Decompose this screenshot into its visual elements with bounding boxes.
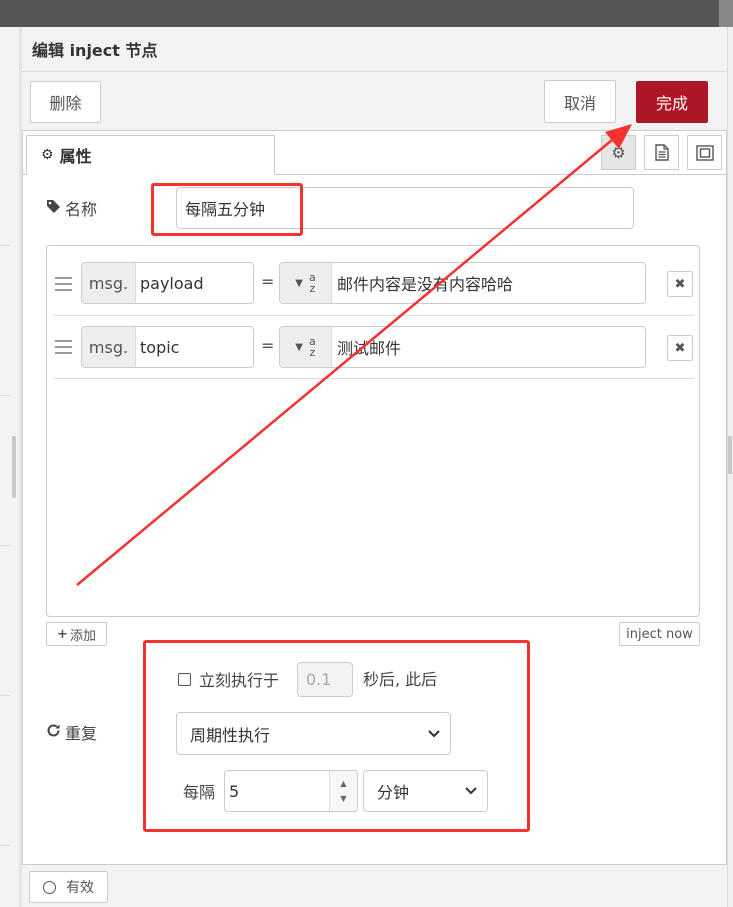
stepper-down-icon[interactable]: ▼ bbox=[340, 794, 346, 803]
property-key-field[interactable]: msg. payload bbox=[81, 262, 254, 304]
appearance-tab-button[interactable] bbox=[687, 135, 722, 170]
resize-handle[interactable] bbox=[12, 436, 16, 498]
name-label-text: 名称 bbox=[65, 200, 98, 219]
repeat-label-text: 重复 bbox=[65, 724, 98, 743]
repeat-icon bbox=[46, 723, 61, 742]
enabled-label: 有效 bbox=[66, 880, 94, 896]
chevron-down-icon bbox=[465, 784, 477, 798]
cancel-button[interactable]: 取消 bbox=[544, 80, 616, 123]
name-input[interactable]: 每隔五分钟 bbox=[176, 187, 634, 229]
description-tab-button[interactable] bbox=[644, 135, 679, 170]
settings-tab-button[interactable]: ⚙ bbox=[601, 135, 636, 170]
drag-handle-icon[interactable] bbox=[55, 277, 72, 291]
gear-icon: ⚙ bbox=[41, 147, 54, 163]
property-value-input[interactable]: 邮件内容是没有内容哈哈 bbox=[332, 263, 645, 303]
repeat-mode-select[interactable]: 周期性执行 bbox=[176, 712, 451, 755]
workspace-edge bbox=[0, 27, 19, 907]
chevron-down-icon bbox=[428, 727, 440, 741]
tab-label: 属性 bbox=[59, 147, 92, 166]
msg-prefix: msg. bbox=[82, 327, 136, 367]
remove-property-button[interactable]: ✖ bbox=[667, 335, 693, 361]
msg-prefix: msg. bbox=[82, 263, 136, 303]
type-selector[interactable]: ▼ az bbox=[280, 263, 332, 303]
circle-icon bbox=[43, 880, 56, 894]
top-bar-corner bbox=[719, 0, 733, 27]
inject-once-row: 立刻执行于 bbox=[178, 662, 279, 696]
frame-icon bbox=[695, 144, 714, 161]
interval-unit-select[interactable]: 分钟 bbox=[363, 770, 488, 812]
tray-footer bbox=[22, 864, 727, 907]
enabled-toggle[interactable]: 有效 bbox=[29, 871, 108, 903]
done-button[interactable]: 完成 bbox=[636, 81, 708, 123]
after-delay-label: 秒后, 此后 bbox=[363, 670, 438, 689]
remove-property-button[interactable]: ✖ bbox=[667, 271, 693, 297]
repeat-mode-value: 周期性执行 bbox=[190, 725, 271, 745]
stepper-up-icon[interactable]: ▲ bbox=[340, 779, 346, 788]
every-label: 每隔 bbox=[183, 783, 216, 802]
string-type-icon: az bbox=[308, 335, 316, 359]
interval-unit-value: 分钟 bbox=[377, 783, 410, 802]
sidebar-resize-handle[interactable] bbox=[728, 436, 732, 474]
tag-icon bbox=[46, 199, 61, 218]
string-type-icon: az bbox=[308, 271, 316, 295]
close-icon: ✖ bbox=[674, 276, 686, 292]
tray-title: 编辑 inject 节点 bbox=[32, 41, 158, 60]
interval-stepper[interactable]: ▲ ▼ bbox=[329, 771, 357, 811]
drag-handle-icon[interactable] bbox=[55, 340, 72, 354]
interval-value: 5 bbox=[229, 781, 240, 801]
add-label: 添加 bbox=[69, 628, 96, 644]
caret-down-icon: ▼ bbox=[295, 341, 303, 353]
inject-now-button[interactable]: inject now bbox=[619, 622, 700, 646]
property-key-field[interactable]: msg. topic bbox=[81, 326, 254, 368]
inject-once-checkbox[interactable] bbox=[178, 672, 191, 686]
interval-input[interactable]: 5 ▲ ▼ bbox=[224, 770, 358, 812]
gear-icon: ⚙ bbox=[611, 143, 626, 162]
plus-icon: + bbox=[57, 626, 68, 642]
name-label: 名称 bbox=[46, 196, 97, 220]
inject-delay-input[interactable]: 0.1 bbox=[297, 662, 353, 697]
property-key-input[interactable]: topic bbox=[136, 327, 253, 367]
row-divider bbox=[54, 378, 694, 379]
tab-properties[interactable]: ⚙ 属性 bbox=[26, 135, 275, 175]
property-value-input[interactable]: 测试邮件 bbox=[332, 327, 645, 367]
caret-down-icon: ▼ bbox=[295, 277, 303, 289]
inject-once-label: 立刻执行于 bbox=[199, 671, 280, 690]
delete-button[interactable]: 删除 bbox=[30, 81, 101, 123]
tray-toolbar bbox=[22, 72, 727, 131]
property-value-field[interactable]: ▼ az 测试邮件 bbox=[279, 326, 646, 368]
type-selector[interactable]: ▼ az bbox=[280, 327, 332, 367]
equals-sign: = bbox=[261, 336, 275, 355]
equals-sign: = bbox=[261, 272, 275, 291]
property-value-field[interactable]: ▼ az 邮件内容是没有内容哈哈 bbox=[279, 262, 646, 304]
editor-top-bar bbox=[0, 0, 733, 27]
document-icon bbox=[654, 144, 669, 161]
repeat-label: 重复 bbox=[46, 720, 97, 744]
close-icon: ✖ bbox=[674, 340, 686, 356]
property-key-input[interactable]: payload bbox=[136, 263, 253, 303]
row-divider bbox=[54, 315, 694, 316]
add-property-button[interactable]: + 添加 bbox=[46, 622, 107, 646]
